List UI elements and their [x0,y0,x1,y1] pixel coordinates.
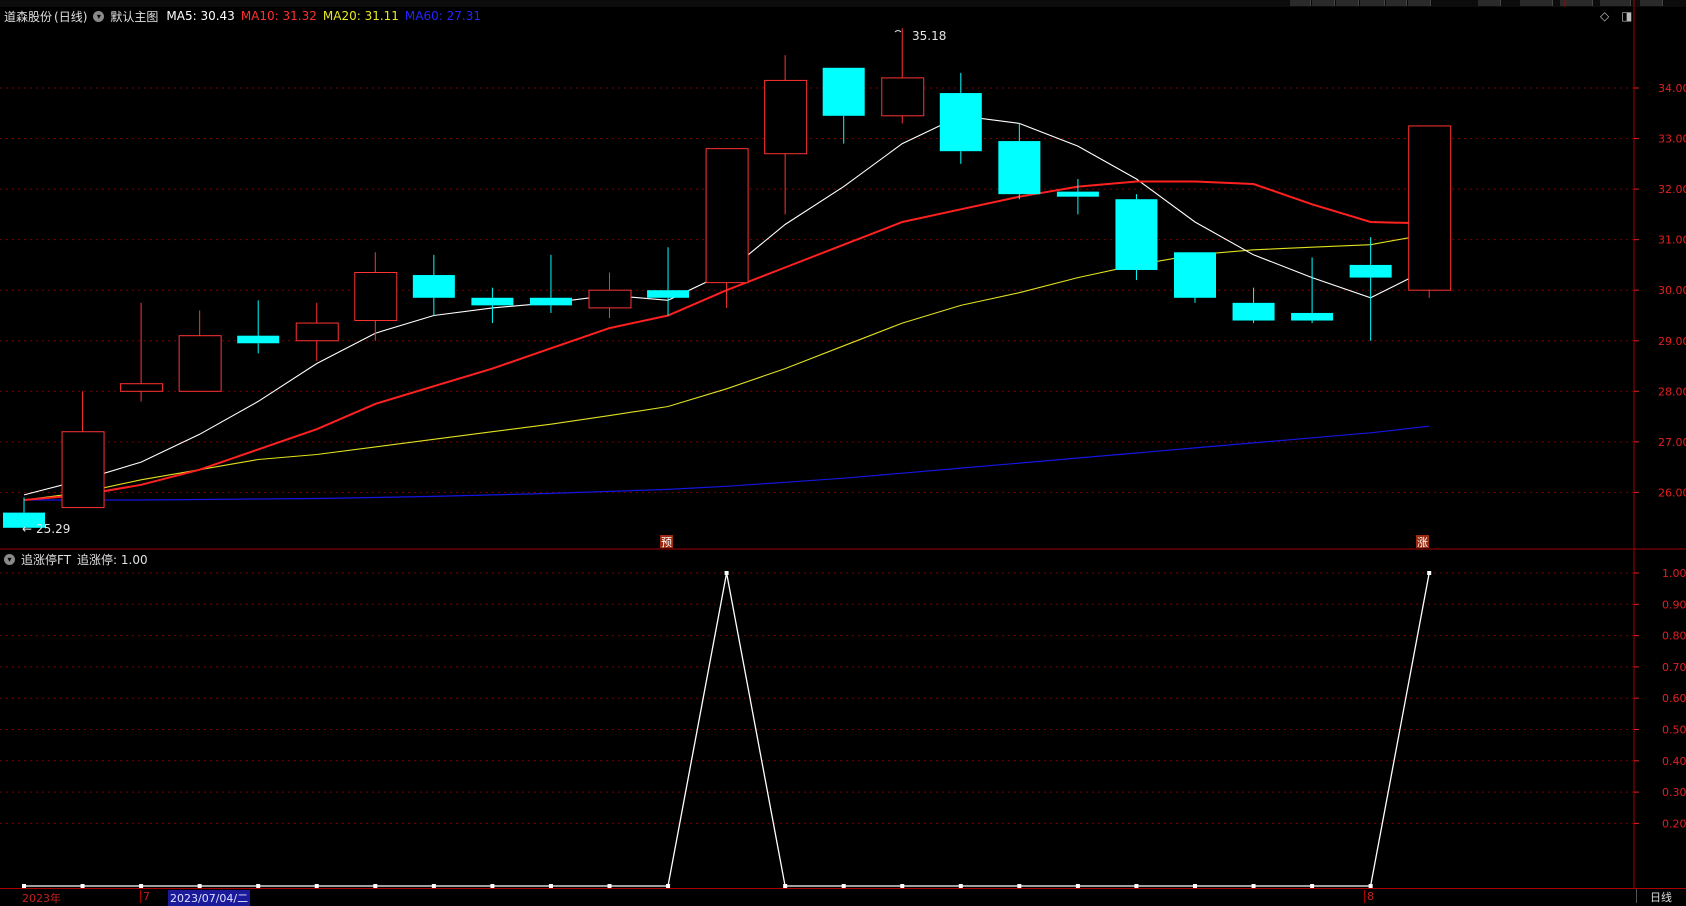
candle-body [295,322,339,342]
low-arrow-icon: ← [22,522,32,536]
month-8-label: 8 [1364,890,1374,903]
indicator-point [1427,571,1432,575]
candle [1174,252,1216,303]
candle-body [588,289,632,309]
axis-label: 0.80 [1662,630,1686,643]
candle-body [705,148,749,284]
axis-label: 26.00 [1658,486,1686,499]
axis-label: 33.00 [1658,133,1686,146]
candle [1232,287,1275,324]
lower-axis-ticks: 1.00 0.90 0.80 0.70 0.60 0.50 0.40 0.30 0.20 [1634,567,1686,830]
high-label: 35.18 [912,29,946,43]
candle-body [647,290,690,298]
candle-body [1291,312,1334,321]
candle [529,254,572,313]
year-label: 2023年 [22,892,61,905]
candle [1349,237,1392,341]
marker-yu: 预 [660,535,673,549]
period-button[interactable]: 日线 [1636,889,1685,904]
candle-body [178,335,222,392]
candle [471,287,514,324]
axis-label: 27.00 [1658,436,1686,449]
candle-body [998,141,1041,195]
marker-zhang-label: 涨 [1417,536,1428,549]
candle [1408,125,1452,298]
candle [998,123,1041,200]
cursor-date: 2023/07/04/二 [168,890,251,906]
candle-body [1174,252,1216,298]
candle-body [237,335,280,344]
axis-label: 0.30 [1662,786,1686,799]
candle-body [1115,199,1158,270]
axis-label: 0.20 [1662,817,1686,830]
candle [939,72,982,164]
candle [120,302,164,402]
candle-body [120,383,164,392]
candle [588,272,632,319]
candle [178,310,222,392]
candle-body [61,431,105,509]
axis-label: 0.40 [1662,755,1686,768]
candle-body [471,297,514,306]
candle [237,300,280,354]
candle-body [529,297,572,306]
axis-label: 31.00 [1658,234,1686,247]
axis-label: 34.00 [1658,82,1686,95]
candle-body [1056,191,1099,197]
marker-yu-label: 预 [661,536,672,549]
candle [647,247,690,316]
candle [354,252,398,341]
candle-body [1408,125,1452,291]
upper-grid [0,87,1634,493]
axis-label: 30.00 [1658,284,1686,297]
candle-body [354,272,398,322]
candle [61,391,105,509]
low-label: 25.29 [36,522,70,536]
axis-label: 29.00 [1658,335,1686,348]
axis-label: 0.70 [1662,661,1686,674]
kline-chart[interactable]: 34.00 33.00 32.00 31.00 30.00 29.00 28.00 27.00… [0,0,1686,888]
candle-body [764,79,808,155]
candle [295,302,339,361]
indicator-point [724,571,729,575]
candle-body [412,275,455,298]
high-arrow-icon [894,30,902,33]
candle-body [939,93,982,152]
candle-body [1232,302,1275,321]
candle [822,67,865,144]
axis-label: 1.00 [1662,567,1686,580]
axis-label: 0.90 [1662,598,1686,611]
axis-label: 0.60 [1662,692,1686,705]
candle [1056,178,1099,215]
month-7-label: 7 [140,890,150,903]
upper-axis-ticks: 34.00 33.00 32.00 31.00 30.00 29.00 28.00 27.00… [1634,82,1686,499]
candle [1115,194,1158,281]
candlesticks [3,28,1452,529]
candle [412,254,455,316]
candle-body [1349,264,1392,278]
low-annotation: ← 25.29 [22,522,70,536]
candle-body [881,77,925,117]
axis-label: 28.00 [1658,385,1686,398]
candle-body [822,67,865,116]
candle [764,55,808,215]
axis-label: 0.50 [1662,724,1686,737]
marker-zhang: 涨 [1416,535,1429,549]
date-axis-bar: 2023年 7 2023/07/04/二 8 日线 [0,888,1686,906]
axis-label: 32.00 [1658,183,1686,196]
